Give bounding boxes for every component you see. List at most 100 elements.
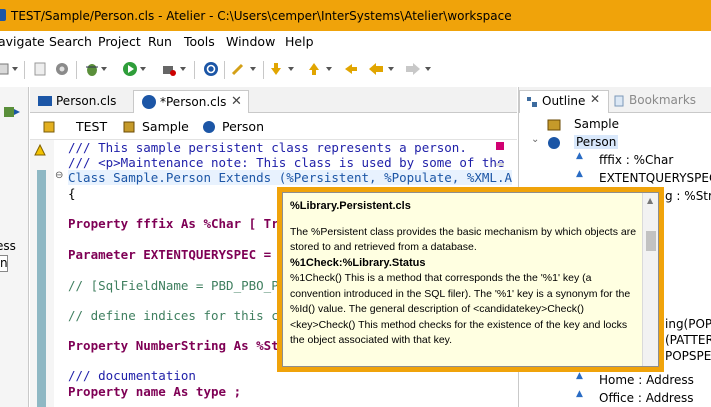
outline-item[interactable]: EXTENTQUERYSPEC (599, 171, 711, 185)
outline-item[interactable]: fffix : %Char (599, 153, 673, 167)
outline-item[interactable]: POPSPE (665, 349, 711, 363)
popup-content: %Library.Persistent.cls The %Persistent … (290, 199, 642, 362)
error-marker-icon[interactable] (496, 142, 504, 150)
breadcrumb-test[interactable]: TEST (76, 119, 107, 134)
property-icon: ▲ (576, 151, 583, 161)
tab-bookmarks[interactable]: Bookmarks (611, 90, 711, 113)
parameter-icon: ▲ (576, 169, 583, 179)
chevron-down-icon[interactable] (140, 67, 146, 71)
forward-arrow-icon[interactable] (405, 61, 421, 77)
breadcrumb: TEST Sample Person (30, 114, 517, 140)
code-line: Property name As type ; (68, 384, 242, 399)
project-icon[interactable] (42, 120, 56, 134)
outline-tabs: Outline ✕ Bookmarks (519, 87, 711, 113)
outline-item-selected[interactable]: Person (574, 135, 619, 149)
chevron-down-icon[interactable] (101, 67, 107, 71)
fold-icon[interactable]: ⊖ (55, 170, 63, 181)
code-line: Property NumberString As %Stri (68, 338, 294, 353)
gear-icon[interactable] (54, 61, 70, 77)
left-panel: ess n (0, 87, 29, 407)
back-arrow-icon[interactable] (368, 61, 384, 77)
hover-popup: %Library.Persistent.cls The %Persistent … (277, 187, 664, 372)
run-icon[interactable] (122, 61, 138, 77)
property-icon: ▲ (576, 371, 583, 381)
breadcrumb-person[interactable]: Person (222, 119, 264, 134)
next-annotation-icon[interactable] (268, 61, 284, 77)
popup-body: %Library.Persistent.cls The %Persistent … (282, 192, 659, 367)
window-title: TEST/Sample/Person.cls - Atelier - C:\Us… (11, 9, 512, 23)
chevron-down-icon[interactable] (425, 67, 431, 71)
editor-tabs: Person.cls *Person.cls ✕ (30, 87, 517, 113)
menu-tools[interactable]: Tools (184, 34, 215, 49)
property-icon: ▲ (576, 389, 583, 399)
chevron-down-icon[interactable] (12, 67, 18, 71)
menu-navigate[interactable]: avigate (0, 34, 45, 49)
class-icon[interactable] (202, 120, 216, 134)
outline-item[interactable]: ing(POPS (665, 317, 711, 331)
overview-marker (496, 163, 504, 166)
code-line: /// This sample persistent class represe… (68, 140, 467, 155)
chevron-down-icon[interactable] (288, 67, 294, 71)
code-line: { (68, 186, 76, 201)
change-ruler-bar (37, 170, 46, 407)
chevron-down-icon[interactable] (250, 67, 256, 71)
package-icon[interactable] (122, 120, 136, 134)
refresh-icon[interactable] (203, 61, 219, 77)
popup-title: %Library.Persistent.cls (290, 200, 411, 212)
debug-icon[interactable] (84, 61, 100, 77)
breadcrumb-sample[interactable]: Sample (142, 119, 189, 134)
new-file-icon[interactable] (32, 61, 48, 77)
bookmark-icon (613, 95, 625, 107)
code-line: Parameter EXTENTQUERYSPEC = "N (68, 247, 294, 262)
app-icon (0, 9, 6, 21)
toolbar-separator (224, 61, 225, 79)
wrench-icon[interactable] (230, 61, 246, 77)
code-line: // define indices for this cla (68, 308, 294, 323)
menu-window[interactable]: Window (226, 34, 275, 49)
menu-help[interactable]: Help (285, 34, 314, 49)
external-tools-icon[interactable] (161, 61, 177, 77)
toolbar-separator (194, 61, 195, 79)
tab-outline[interactable]: Outline ✕ (519, 90, 609, 113)
close-icon[interactable]: ✕ (231, 91, 242, 113)
outline-icon (526, 96, 538, 108)
code-line: // [SqlFieldName = PBD_PBO_Par (68, 278, 294, 293)
chevron-down-icon[interactable] (326, 67, 332, 71)
code-line: /// <p>Maintenance note: This class is u… (68, 155, 505, 170)
menu-project[interactable]: Project (98, 34, 141, 49)
chevron-down-icon[interactable] (180, 67, 186, 71)
outline-item[interactable]: Office : Address (599, 391, 694, 405)
menu-run[interactable]: Run (148, 34, 172, 49)
package-icon (547, 118, 561, 132)
title-bar: TEST/Sample/Person.cls - Atelier - C:\Us… (0, 0, 711, 31)
prev-annotation-icon[interactable] (306, 61, 322, 77)
panel-icon[interactable] (2, 105, 22, 119)
left-panel-input[interactable]: n (0, 255, 8, 272)
outline-item[interactable]: (PATTER (665, 333, 711, 347)
last-edit-icon[interactable] (343, 61, 359, 77)
class-icon (547, 136, 561, 150)
toolbar-separator (263, 61, 264, 79)
chevron-down-icon[interactable] (388, 67, 394, 71)
tab-person-cls-modified[interactable]: *Person.cls ✕ (133, 90, 249, 113)
toolbar-separator (24, 61, 25, 79)
outline-item[interactable]: Sample (574, 117, 619, 131)
outline-item[interactable]: Home : Address (599, 373, 694, 387)
toolbar-separator (76, 61, 77, 79)
chevron-down-icon[interactable]: ⌄ (531, 134, 539, 145)
popup-scrollbar[interactable]: ▲ (642, 193, 658, 366)
warning-icon[interactable] (34, 143, 46, 159)
left-panel-label: ess (0, 239, 16, 253)
toolbar-tool-icon[interactable] (0, 61, 12, 77)
popup-method-title: %1Check:%Library.Status (290, 256, 426, 269)
tab-person-cls[interactable]: Person.cls (30, 90, 131, 113)
menu-bar: avigate Search Project Run Tools Window … (0, 31, 711, 53)
outline-item[interactable]: g : %Stri (665, 189, 711, 203)
class-file-icon (142, 95, 156, 109)
code-line: Class Sample.Person Extends (%Persistent… (68, 170, 513, 185)
menu-search[interactable]: Search (49, 34, 92, 49)
close-icon[interactable]: ✕ (590, 92, 600, 106)
scroll-up-icon[interactable]: ▲ (647, 196, 653, 205)
code-line: Property fffix As %Char [ Tran (68, 216, 294, 231)
scrollbar-thumb[interactable] (646, 231, 656, 251)
